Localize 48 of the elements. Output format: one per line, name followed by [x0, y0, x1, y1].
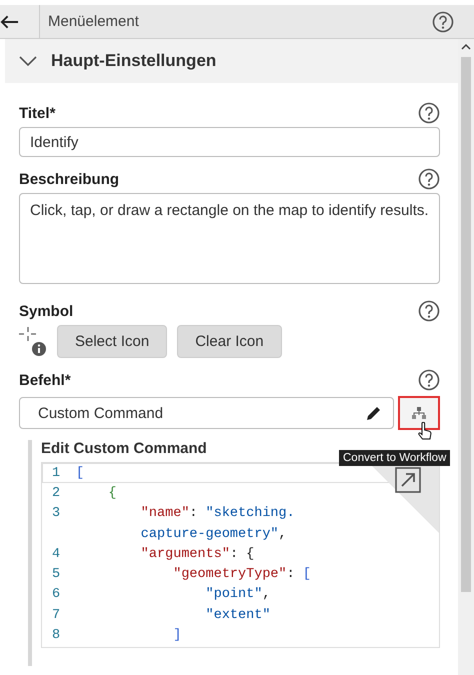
help-icon[interactable] [418, 300, 440, 322]
code-line: "geometryType": [ [172, 567, 311, 582]
code-line: "name": "sketching. [140, 506, 295, 522]
panel-title: Menüelement [47, 13, 140, 30]
field-label: Titel* [19, 104, 56, 122]
line-number: 8 [51, 628, 62, 644]
field-label: Symbol [19, 302, 74, 320]
description-field[interactable]: Click, tap, or draw a rectangle on the map to identify results. [19, 193, 440, 284]
line-number: 6 [51, 587, 62, 602]
icon-button[interactable]: Clear Icon [177, 325, 282, 358]
line-number: 1 [51, 466, 62, 481]
code-line: capture-geometry", [140, 526, 287, 542]
code-line: ] [172, 628, 182, 644]
workflow-icon [412, 407, 426, 419]
line-number: 4 [51, 546, 62, 562]
line-number: 5 [51, 567, 62, 582]
code-line: "point", [204, 587, 270, 602]
code-line: { [107, 486, 117, 501]
hand-cursor-icon [417, 422, 433, 442]
command-field[interactable]: Custom Command [19, 397, 394, 429]
line-number: 2 [51, 486, 62, 501]
scrollbar[interactable] [458, 39, 474, 675]
scrollbar-thumb[interactable] [461, 57, 471, 592]
tooltip: Convert to Workflow [339, 450, 450, 466]
field-label: Beschreibung [19, 170, 120, 188]
help-icon[interactable] [418, 168, 440, 190]
expand-button[interactable] [395, 467, 421, 496]
pencil-icon[interactable] [365, 404, 383, 422]
help-icon[interactable] [418, 102, 440, 124]
code-line: "extent" [204, 608, 270, 623]
workflow-button[interactable] [398, 396, 440, 430]
code-line: "arguments": { [140, 546, 254, 562]
section-header[interactable]: Haupt-Einstellungen [5, 39, 458, 83]
line-number: 7 [51, 608, 62, 623]
code-line: [ [76, 466, 84, 481]
back-arrow-icon [0, 14, 19, 30]
line-number: 3 [51, 506, 62, 522]
title-field[interactable]: Identify [19, 127, 440, 157]
help-icon[interactable] [418, 369, 440, 391]
back-button[interactable] [0, 5, 40, 38]
expand-icon [395, 467, 421, 493]
symbol-icon [19, 326, 47, 356]
scroll-up-icon[interactable] [461, 43, 471, 51]
field-label: Befehl* [19, 372, 71, 388]
section-title: Haupt-Einstellungen [51, 51, 216, 71]
help-icon[interactable] [432, 10, 454, 32]
chevron-icon [19, 55, 37, 67]
icon-button[interactable]: Select Icon [57, 325, 168, 358]
